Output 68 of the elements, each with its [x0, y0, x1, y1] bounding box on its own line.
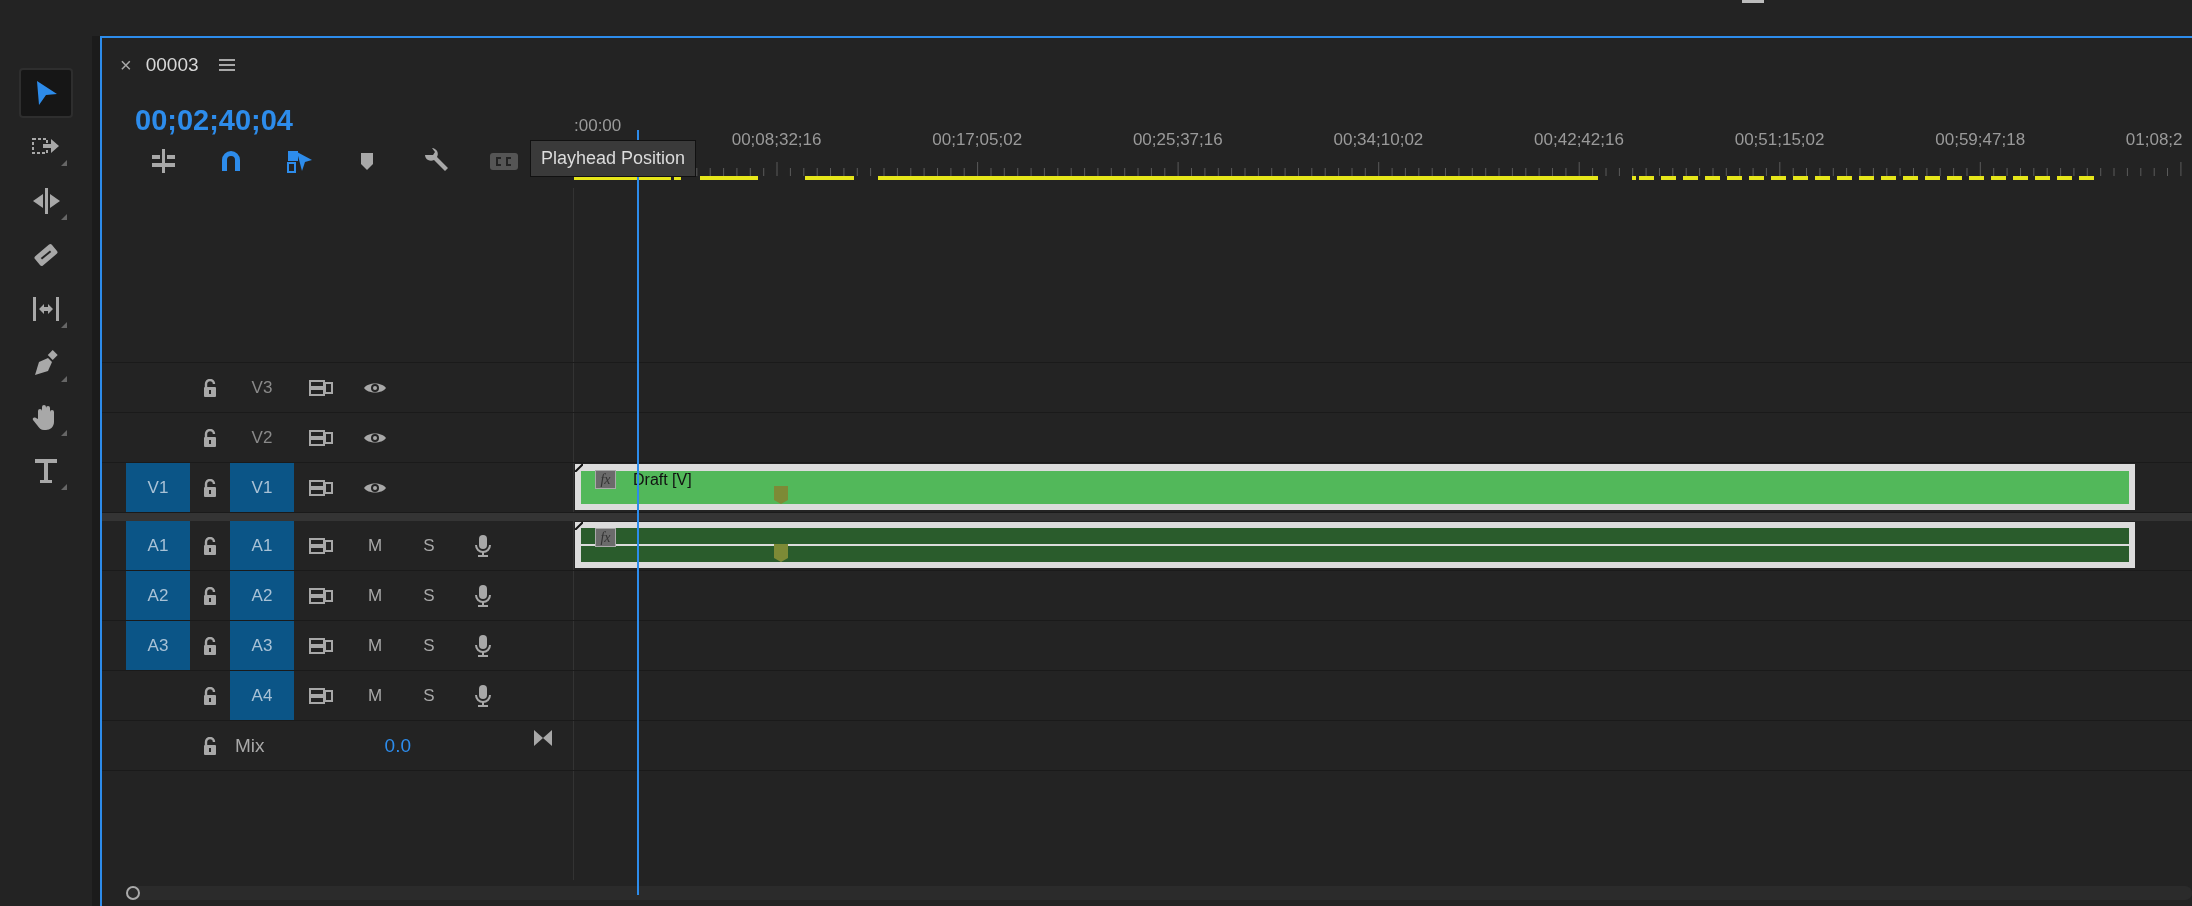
- playhead-line[interactable]: [637, 130, 639, 895]
- track-target[interactable]: V2: [230, 413, 294, 462]
- horizontal-scrollbar[interactable]: [126, 886, 2192, 900]
- mute-button[interactable]: M: [367, 685, 383, 706]
- sync-lock-icon: [309, 429, 333, 446]
- microphone-icon: [475, 583, 491, 608]
- time-label: 00;08;32;16: [730, 130, 823, 150]
- lock-icon: [203, 586, 217, 605]
- sequence-tab[interactable]: 00003: [145, 54, 199, 76]
- source-patch[interactable]: A3: [126, 621, 190, 670]
- track-target[interactable]: A4: [230, 671, 294, 720]
- time-label: :00:00: [574, 116, 622, 136]
- mix-label: Mix: [235, 734, 265, 757]
- sync-lock-icon: [309, 637, 333, 654]
- menu-icon: [218, 58, 235, 72]
- lock-icon: [203, 636, 217, 655]
- clip-corner-icon: [575, 522, 583, 530]
- lock-icon: [203, 736, 217, 755]
- mute-button[interactable]: M: [367, 635, 383, 656]
- source-patch[interactable]: A1: [126, 521, 190, 570]
- panel-grip-icon: [1742, 0, 1764, 3]
- audio-clip[interactable]: fx: [575, 522, 2135, 568]
- clip-marker-icon: [774, 486, 788, 504]
- mix-volume-value[interactable]: 0.0: [384, 734, 411, 757]
- lock-icon: [203, 536, 217, 555]
- source-patch[interactable]: A2: [126, 571, 190, 620]
- tool-button[interactable]: [19, 68, 73, 118]
- track-target[interactable]: V3: [230, 363, 294, 412]
- fx-badge[interactable]: fx: [595, 528, 616, 547]
- lock-icon: [203, 378, 217, 397]
- tooltip: Playhead Position: [530, 140, 697, 177]
- sync-lock-icon: [309, 479, 333, 496]
- time-label: 01;08;2: [2125, 130, 2183, 150]
- mute-button[interactable]: M: [367, 535, 383, 556]
- solo-button[interactable]: S: [423, 685, 435, 706]
- sync-lock-icon: [309, 587, 333, 604]
- track-target[interactable]: A3: [230, 621, 294, 670]
- time-label: 00;59;47;18: [1934, 130, 2027, 150]
- lock-icon: [203, 428, 217, 447]
- microphone-icon: [475, 633, 491, 658]
- clip-marker-icon: [774, 544, 788, 562]
- split-arrows-icon: [31, 186, 61, 216]
- track-target[interactable]: V1: [230, 463, 294, 512]
- microphone-icon: [475, 533, 491, 558]
- time-label: 00;25;37;16: [1131, 130, 1224, 150]
- time-label: 00;42;42;16: [1533, 130, 1625, 150]
- mute-button[interactable]: M: [367, 585, 383, 606]
- bowtie-icon: [533, 728, 553, 747]
- sync-lock-icon: [309, 379, 333, 396]
- lock-icon: [203, 478, 217, 497]
- track-target[interactable]: A2: [230, 571, 294, 620]
- time-label: 00;17;05;02: [931, 130, 1024, 150]
- close-button[interactable]: ×: [120, 53, 132, 77]
- fx-badge[interactable]: fx: [595, 470, 616, 489]
- microphone-icon: [475, 683, 491, 708]
- source-patch[interactable]: V1: [126, 463, 190, 512]
- scroll-handle[interactable]: [126, 886, 140, 900]
- slip-arrows-icon: [31, 294, 61, 324]
- solo-button[interactable]: S: [423, 535, 435, 556]
- sync-lock-icon: [309, 537, 333, 554]
- time-label: 00;34;10;02: [1332, 130, 1425, 150]
- track-target[interactable]: A1: [230, 521, 294, 570]
- time-label: 00;51;15;02: [1733, 130, 1826, 150]
- solo-button[interactable]: S: [423, 585, 435, 606]
- sync-lock-icon: [309, 687, 333, 704]
- solo-button[interactable]: S: [423, 635, 435, 656]
- playhead-timecode[interactable]: 00;02;40;04: [135, 101, 574, 139]
- lock-icon: [203, 686, 217, 705]
